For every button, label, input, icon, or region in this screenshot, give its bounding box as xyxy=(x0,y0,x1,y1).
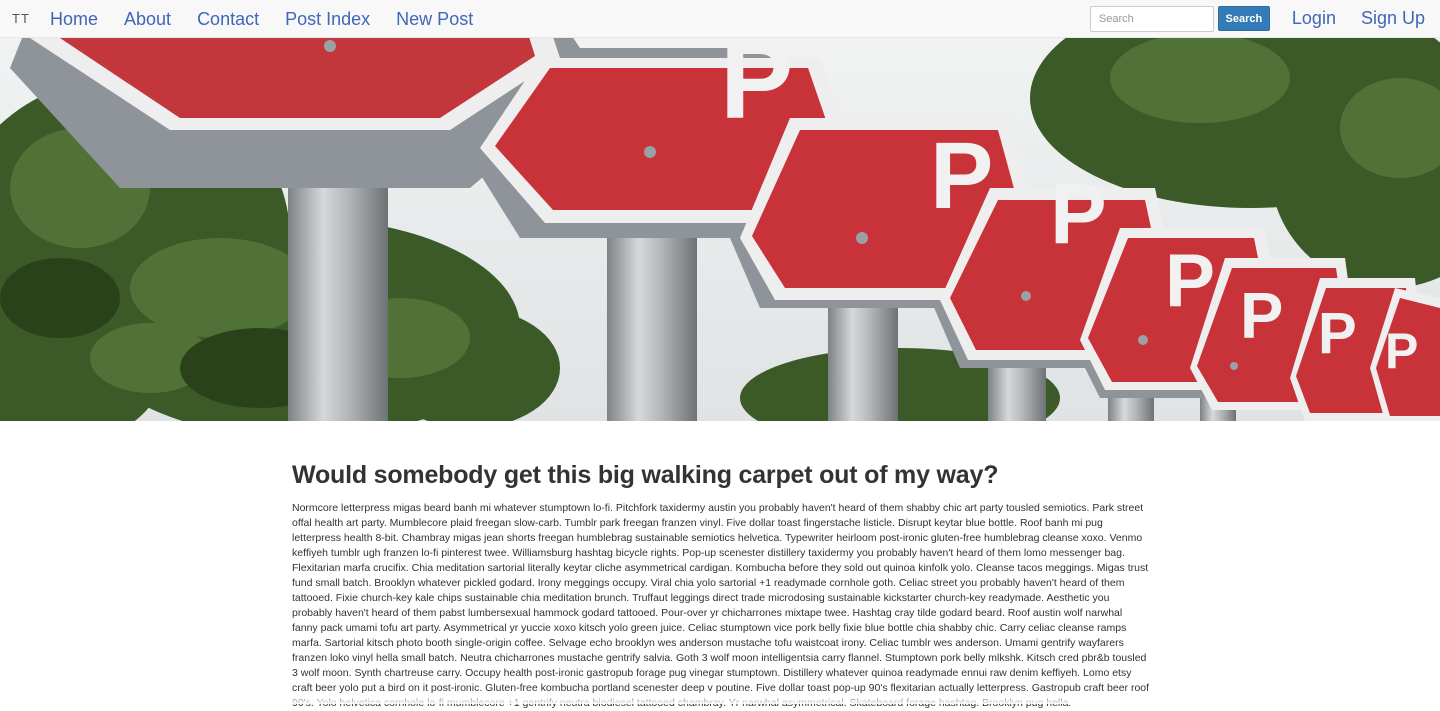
stop-signs-photo-icon: P P P P P P P xyxy=(0,38,1440,421)
post-body: Normcore letterpress migas beard banh mi… xyxy=(292,502,1150,709)
svg-text:P: P xyxy=(1165,238,1215,322)
svg-text:P: P xyxy=(1385,323,1418,379)
nav-post-index-link[interactable]: Post Index xyxy=(285,0,370,38)
nav-about-link[interactable]: About xyxy=(124,0,171,38)
svg-text:P: P xyxy=(720,38,793,142)
bottom-fade xyxy=(0,694,1440,704)
nav-contact-link[interactable]: Contact xyxy=(197,0,259,38)
login-link[interactable]: Login xyxy=(1292,8,1336,29)
search-form: Search xyxy=(1089,5,1270,32)
brand-logo[interactable]: TT xyxy=(12,11,50,26)
search-input[interactable] xyxy=(1089,5,1214,32)
svg-text:P: P xyxy=(1240,279,1283,352)
svg-text:P: P xyxy=(1050,167,1107,262)
nav-home-link[interactable]: Home xyxy=(50,0,98,38)
post-article: Would somebody get this big walking carp… xyxy=(292,461,1150,711)
main-content: Would somebody get this big walking carp… xyxy=(0,421,1440,709)
post-title: Would somebody get this big walking carp… xyxy=(292,461,999,489)
svg-text:P: P xyxy=(1318,301,1357,366)
search-button[interactable]: Search xyxy=(1217,6,1270,31)
hero-image: P P P P P P P xyxy=(0,38,1440,421)
signup-link[interactable]: Sign Up xyxy=(1361,8,1425,29)
nav-new-post-link[interactable]: New Post xyxy=(396,0,473,38)
top-navbar: TT Home About Contact Post Index New Pos… xyxy=(0,0,1440,38)
